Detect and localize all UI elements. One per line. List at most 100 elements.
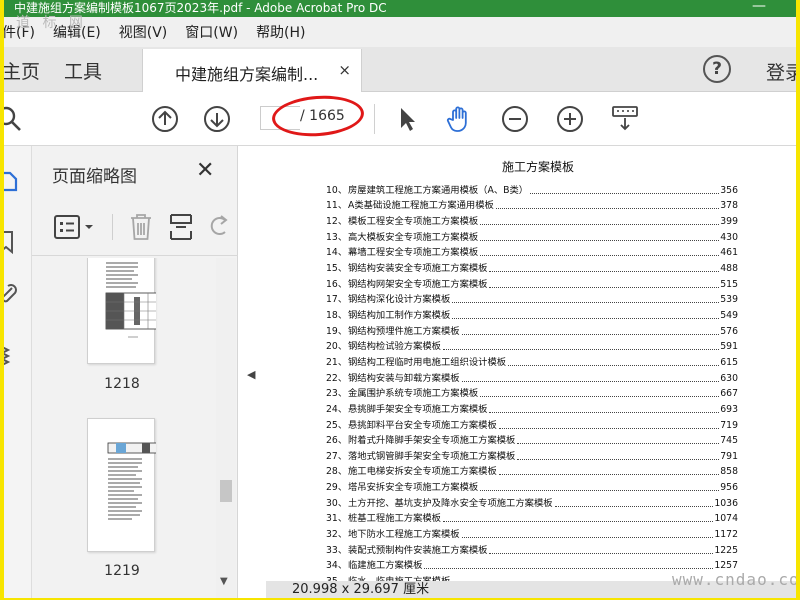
toc-row[interactable]: 29、 塔吊安拆安全专项施工方案模板 956: [326, 477, 738, 493]
toc-row[interactable]: 15、 钢结构安装安全专项施工方案模板 488: [326, 258, 738, 274]
zoom-out-icon[interactable]: [500, 104, 530, 134]
toc-title: 金属围护系统专项施工方案模板: [348, 388, 479, 400]
toc-row[interactable]: 28、 施工电梯安拆安全专项施工方案模板 858: [326, 462, 738, 478]
tab-close-icon[interactable]: ×: [338, 61, 351, 79]
select-cursor-icon[interactable]: [392, 104, 422, 134]
toc-title: 落地式钢管脚手架安全专项施工方案模板: [348, 450, 516, 462]
toc-row[interactable]: 20、 钢结构检试验方案模板 591: [326, 337, 738, 352]
toc-page: 461: [720, 247, 738, 259]
thumbnail-page-1218[interactable]: [87, 258, 163, 364]
toc-page: 615: [720, 356, 738, 368]
help-icon[interactable]: ?: [703, 55, 731, 83]
scrollbar-thumb[interactable]: [220, 480, 232, 502]
toc-row[interactable]: 25、 悬挑卸料平台安全专项施工方案模板 719: [326, 415, 738, 431]
toc-leader: [508, 364, 720, 366]
toc-leader: [498, 427, 720, 429]
toc-title: 房屋建筑工程施工方案通用模板（A、B类）: [348, 184, 529, 196]
toc-page: 693: [720, 403, 738, 415]
toc-page: 399: [720, 215, 738, 227]
layers-icon[interactable]: [4, 342, 20, 366]
page-up-icon[interactable]: [150, 104, 180, 134]
toc-row[interactable]: 30、 土方开挖、基坑支护及降水安全专项施工方案模板 1036: [326, 493, 738, 509]
toc-number: 24、: [326, 403, 348, 415]
toc-title: 模板工程安全专项施工方案模板: [348, 215, 479, 227]
toc-number: 15、: [326, 262, 348, 274]
toc-leader: [452, 317, 720, 319]
toc-row[interactable]: 10、 房屋建筑工程施工方案通用模板（A、B类） 356: [326, 180, 738, 196]
keyboard-icon[interactable]: [610, 104, 640, 134]
toc-row[interactable]: 26、 附着式升降脚手架安全专项施工方案模板 745: [326, 431, 738, 446]
minimize-button[interactable]: —: [752, 0, 766, 15]
tab-home[interactable]: 主页: [4, 57, 40, 84]
toc-row[interactable]: 23、 金属围护系统专项施工方案模板 667: [326, 384, 738, 400]
toc-leader: [489, 552, 714, 554]
menu-window[interactable]: 窗口(W): [185, 22, 238, 42]
collapse-panel-icon[interactable]: ◀: [247, 368, 255, 381]
search-icon[interactable]: [4, 104, 26, 134]
toc-leader: [480, 255, 720, 257]
login-link[interactable]: 登录: [766, 58, 796, 85]
attachment-icon[interactable]: [4, 284, 20, 306]
toc-title: 幕墙工程安全专项施工方案模板: [348, 247, 479, 259]
hand-tool-icon[interactable]: [444, 104, 474, 134]
toc-page: 576: [720, 325, 738, 337]
toc-row[interactable]: 21、 钢结构工程临时用电施工组织设计模板 615: [326, 352, 738, 368]
toc-page: 858: [720, 466, 738, 478]
toc-row[interactable]: 17、 钢结构深化设计方案模板 539: [326, 290, 738, 305]
toc-row[interactable]: 31、 桩基工程施工方案模板 1074: [326, 509, 738, 525]
toc-number: 12、: [326, 215, 348, 227]
toc-row[interactable]: 13、 高大模板安全专项施工方案模板 430: [326, 227, 738, 243]
toc-title: 钢结构网架安全专项施工方案模板: [348, 278, 488, 290]
thumbnail-1218-preview: [105, 262, 163, 338]
toc-row[interactable]: 24、 悬挑脚手架安全专项施工方案模板 693: [326, 399, 738, 415]
toc-row[interactable]: 16、 钢结构网架安全专项施工方案模板 515: [326, 274, 738, 290]
scroll-down-icon[interactable]: ▼: [220, 576, 228, 587]
page-down-icon[interactable]: [202, 104, 232, 134]
zoom-in-icon[interactable]: [555, 104, 585, 134]
toc-number: 27、: [326, 450, 348, 462]
toc-row[interactable]: 27、 落地式钢管脚手架安全专项施工方案模板 791: [326, 446, 738, 462]
thumbnail-scrollbar[interactable]: ▼: [216, 258, 236, 598]
toc-row[interactable]: 32、 地下防水工程施工方案模板 1172: [326, 524, 738, 540]
tab-tools[interactable]: 工具: [64, 57, 102, 84]
thumbnails-panel: 页面缩略图 ✕ 1218 1219 ▼: [32, 146, 238, 598]
toc-leader: [442, 521, 714, 523]
toc-leader: [489, 270, 720, 272]
toc-title: 临建施工方案模板: [348, 560, 423, 572]
toc-row[interactable]: 22、 钢结构安装与卸载方案模板 630: [326, 368, 738, 384]
delete-icon[interactable]: [128, 212, 154, 242]
thumbnail-1219-preview: [107, 442, 161, 520]
toc-number: 28、: [326, 466, 348, 478]
panel-toolbar: [32, 200, 238, 256]
toc-row[interactable]: 33、 装配式预制构件安装施工方案模板 1225: [326, 540, 738, 556]
toc-number: 16、: [326, 278, 348, 290]
thumbnail-label-1219: 1219: [104, 563, 140, 579]
menu-view[interactable]: 视图(V): [119, 22, 168, 42]
panel-separator: [112, 214, 113, 240]
thumbnail-page-1219[interactable]: [87, 418, 161, 552]
toc-page: 1172: [714, 529, 738, 541]
toc-row[interactable]: 19、 钢结构预埋件施工方案模板 576: [326, 321, 738, 337]
toc-row[interactable]: 18、 钢结构加工制作方案模板 549: [326, 305, 738, 321]
acrobat-window: 中建施组方案编制模板1067页2023年.pdf - Adobe Acrobat…: [4, 0, 796, 598]
toc-leader: [517, 443, 720, 445]
extract-page-icon[interactable]: [168, 212, 194, 242]
rotate-icon[interactable]: [208, 214, 230, 240]
toc-row[interactable]: 11、 A类基础设施工程施工方案通用模板 378: [326, 196, 738, 211]
bookmark-icon[interactable]: [4, 230, 20, 254]
toc-title: 高大模板安全专项施工方案模板: [348, 231, 479, 243]
menu-bar: 件(F) 编辑(E) 视图(V) 窗口(W) 帮助(H): [4, 17, 796, 47]
toc-row[interactable]: 12、 模板工程安全专项施工方案模板 399: [326, 211, 738, 227]
watermark-bottom: www.cndao.com: [672, 570, 796, 589]
toc-row[interactable]: 14、 幕墙工程安全专项施工方案模板 461: [326, 243, 738, 259]
page-thumbnails-icon[interactable]: [4, 170, 20, 192]
tab-bar: 主页 工具 中建施组方案编制... × ? 登录: [4, 47, 796, 93]
toc-number: 21、: [326, 356, 348, 368]
toc-number: 31、: [326, 513, 348, 525]
options-menu-icon[interactable]: [54, 214, 98, 240]
toc-leader: [554, 505, 714, 507]
tab-document[interactable]: 中建施组方案编制... ×: [142, 49, 362, 93]
menu-help[interactable]: 帮助(H): [256, 22, 305, 42]
panel-close-icon[interactable]: ✕: [196, 158, 214, 183]
toc-page: 488: [720, 262, 738, 274]
